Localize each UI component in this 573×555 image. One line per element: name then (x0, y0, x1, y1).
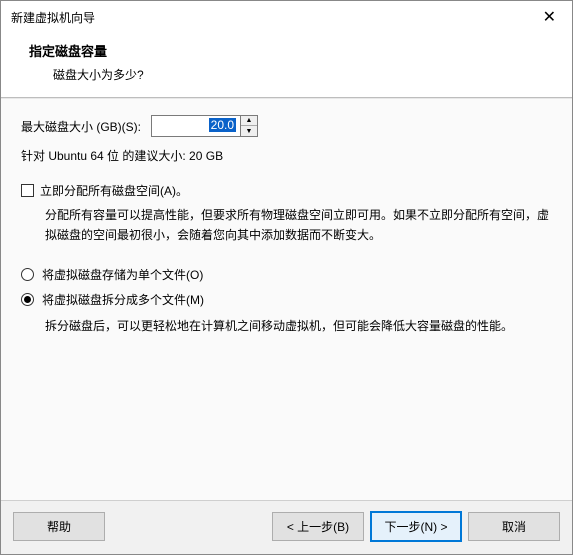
spin-down-icon[interactable]: ▼ (241, 126, 257, 136)
store-split-label: 将虚拟磁盘拆分成多个文件(M) (42, 291, 204, 308)
store-single-radio[interactable] (21, 268, 34, 281)
page-question: 磁盘大小为多少? (29, 66, 552, 83)
max-size-input[interactable]: 20.0 (151, 115, 241, 137)
cancel-button[interactable]: 取消 (468, 512, 560, 541)
allocate-all-desc: 分配所有容量可以提高性能，但要求所有物理磁盘空间立即可用。如果不立即分配所有空间… (21, 205, 552, 246)
size-spinner[interactable]: ▲ ▼ (241, 115, 258, 137)
next-button[interactable]: 下一步(N) > (370, 511, 462, 542)
close-icon[interactable]: ✕ (537, 7, 562, 27)
window-title: 新建虚拟机向导 (11, 9, 95, 26)
recommended-size: 针对 Ubuntu 64 位 的建议大小: 20 GB (21, 147, 552, 164)
store-split-radio[interactable] (21, 293, 34, 306)
max-size-label: 最大磁盘大小 (GB)(S): (21, 118, 141, 135)
spin-up-icon[interactable]: ▲ (241, 116, 257, 126)
back-button[interactable]: < 上一步(B) (272, 512, 364, 541)
store-single-label: 将虚拟磁盘存储为单个文件(O) (42, 266, 203, 283)
allocate-all-label: 立即分配所有磁盘空间(A)。 (40, 182, 188, 199)
page-title: 指定磁盘容量 (29, 41, 552, 60)
allocate-all-checkbox[interactable] (21, 184, 34, 197)
help-button[interactable]: 帮助 (13, 512, 105, 541)
store-split-desc: 拆分磁盘后，可以更轻松地在计算机之间移动虚拟机，但可能会降低大容量磁盘的性能。 (21, 316, 552, 336)
